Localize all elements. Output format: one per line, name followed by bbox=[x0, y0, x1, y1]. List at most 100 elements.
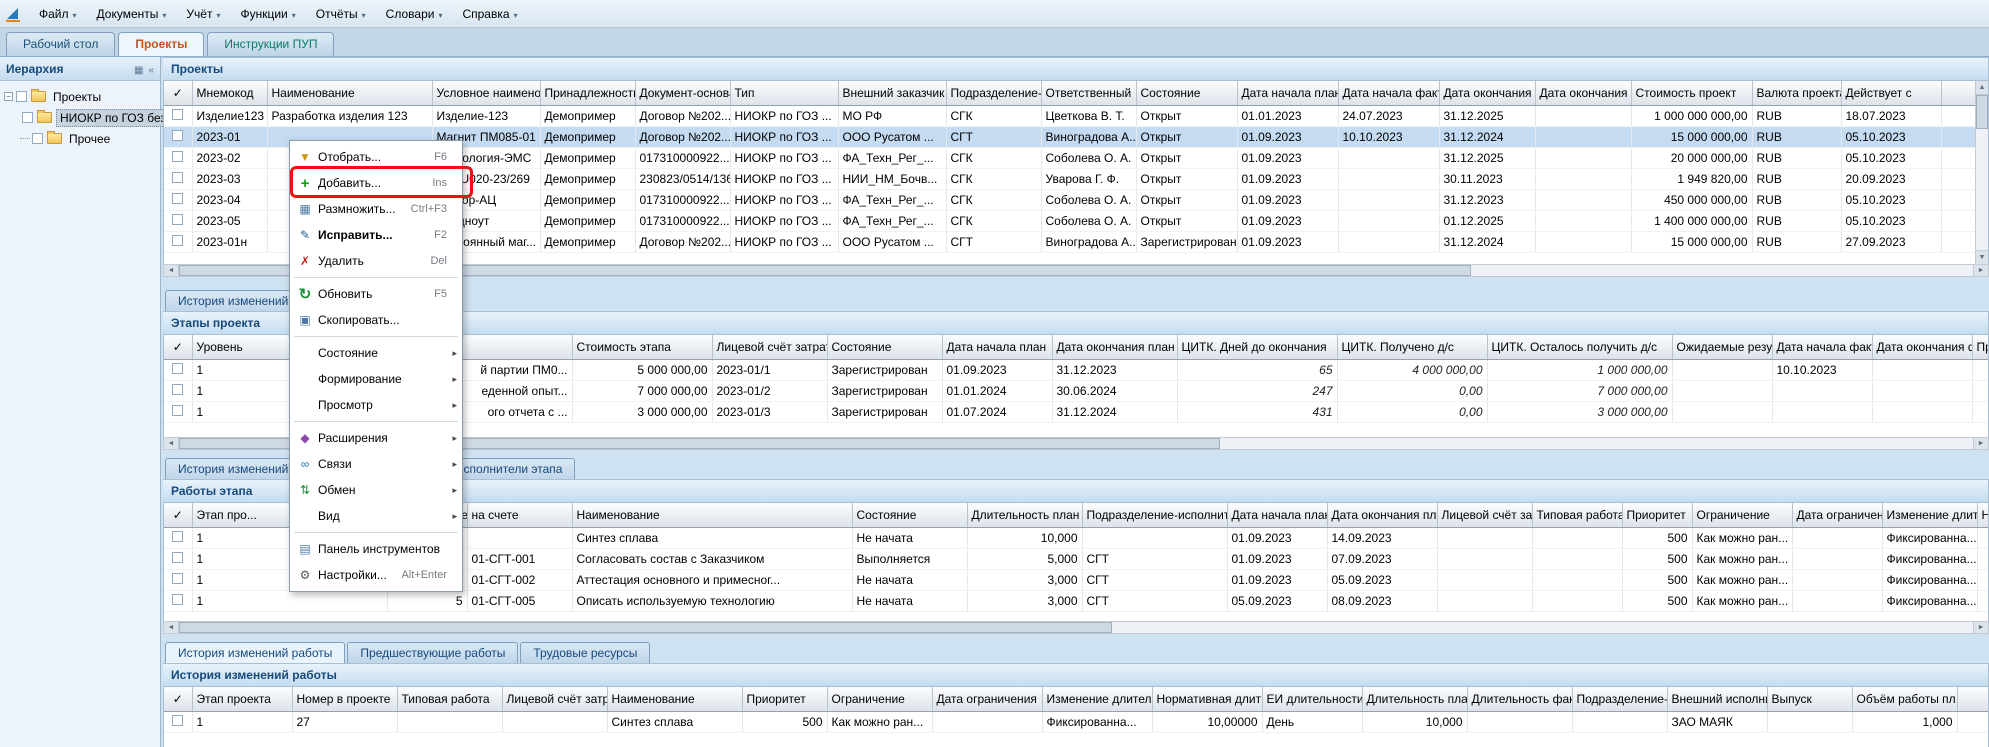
table-row[interactable]: Изделие123Разработка изделия 123Изделие-… bbox=[164, 105, 1988, 126]
context-menu-item-12[interactable]: Просмотр▸ bbox=[291, 392, 461, 418]
context-menu-item-15[interactable]: ∞Связи▸ bbox=[291, 451, 461, 477]
column-header[interactable]: Действует с bbox=[1841, 81, 1941, 105]
column-header[interactable]: Дата окончания план bbox=[1052, 335, 1177, 359]
column-header[interactable]: Дата ограничения bbox=[932, 687, 1042, 711]
projects-v-scrollbar[interactable]: ▲ ▼ bbox=[1975, 81, 1988, 264]
column-header[interactable]: Объём работы пл bbox=[1852, 687, 1957, 711]
column-header[interactable]: Примечание bbox=[1972, 335, 1989, 359]
checkbox[interactable] bbox=[32, 133, 43, 144]
work-history-tab-2[interactable]: Предшествующие работы bbox=[347, 642, 518, 663]
column-header[interactable]: Приоритет bbox=[742, 687, 827, 711]
column-header[interactable]: Стоимость этапа bbox=[572, 335, 712, 359]
column-header[interactable]: Приоритет bbox=[1622, 503, 1692, 527]
row-checkbox[interactable] bbox=[172, 573, 183, 584]
work-history-tab-3[interactable]: Трудовые ресурсы bbox=[520, 642, 650, 663]
column-header[interactable]: Длительность фак bbox=[1467, 687, 1572, 711]
column-header[interactable]: Документ-основан bbox=[635, 81, 730, 105]
scroll-down-icon[interactable]: ▼ bbox=[1976, 250, 1988, 264]
tree-item-2[interactable]: НИОКР по ГОЗ без НДС bbox=[4, 107, 158, 128]
row-checkbox[interactable] bbox=[172, 130, 183, 141]
select-all-header[interactable]: ✓ bbox=[164, 335, 192, 359]
scroll-right-icon[interactable]: ► bbox=[1973, 622, 1988, 633]
menubar-item-7[interactable]: Справка▾ bbox=[452, 2, 527, 26]
column-header[interactable]: Подразделение-исполнитель bbox=[1082, 503, 1227, 527]
row-checkbox[interactable] bbox=[172, 384, 183, 395]
context-menu-item-2[interactable]: +Добавить...Ins bbox=[291, 170, 461, 196]
scroll-up-icon[interactable]: ▲ bbox=[1976, 81, 1988, 95]
scroll-right-icon[interactable]: ► bbox=[1973, 265, 1988, 276]
checkbox[interactable] bbox=[16, 91, 27, 102]
context-menu-item-11[interactable]: Формирование▸ bbox=[291, 366, 461, 392]
window-tab-1[interactable]: Рабочий стол bbox=[6, 32, 115, 56]
context-menu-item-10[interactable]: Состояние▸ bbox=[291, 340, 461, 366]
column-header[interactable]: Дата окончания ф bbox=[1872, 335, 1972, 359]
scrollbar-thumb[interactable] bbox=[1976, 95, 1988, 129]
scrollbar-thumb[interactable] bbox=[179, 622, 1112, 633]
checkbox[interactable] bbox=[22, 112, 33, 123]
column-header[interactable]: Этап проекта bbox=[192, 687, 292, 711]
column-header[interactable]: Нормативная длит bbox=[1977, 503, 1989, 527]
expander-icon[interactable]: − bbox=[4, 92, 13, 101]
column-header[interactable]: Лицевой счёт затр bbox=[1437, 503, 1532, 527]
column-header[interactable]: Состояние bbox=[827, 335, 942, 359]
column-header[interactable]: Подразделение-ис bbox=[1572, 687, 1667, 711]
scrollbar-track[interactable] bbox=[179, 622, 1973, 633]
column-header[interactable]: Принадлежность bbox=[540, 81, 635, 105]
scroll-right-icon[interactable]: ► bbox=[1973, 438, 1988, 449]
column-header[interactable]: Стоимость проект bbox=[1631, 81, 1752, 105]
row-checkbox[interactable] bbox=[172, 531, 183, 542]
panel-menu-icon[interactable]: ▦ bbox=[134, 65, 143, 76]
row-checkbox[interactable] bbox=[172, 594, 183, 605]
tree-item-3[interactable]: Прочее bbox=[4, 128, 158, 149]
scroll-left-icon[interactable]: ◄ bbox=[164, 438, 179, 449]
context-menu-item-7[interactable]: ↻ОбновитьF5 bbox=[291, 281, 461, 307]
column-header[interactable]: Дата начала факт bbox=[1338, 81, 1439, 105]
context-menu-item-3[interactable]: ▦Размножить...Ctrl+F3 bbox=[291, 196, 461, 222]
column-header[interactable]: Ограничение bbox=[1692, 503, 1792, 527]
column-header[interactable]: Лицевой счёт затрат bbox=[712, 335, 827, 359]
column-header[interactable]: Наименование bbox=[267, 81, 432, 105]
column-header[interactable]: ЦИТК. Дней до окончания bbox=[1177, 335, 1337, 359]
context-menu-item-16[interactable]: ⇅Обмен▸ bbox=[291, 477, 461, 503]
context-menu-item-4[interactable]: ✎Исправить...F2 bbox=[291, 222, 461, 248]
column-header[interactable]: Дата начала план bbox=[1237, 81, 1338, 105]
row-checkbox[interactable] bbox=[172, 363, 183, 374]
column-header[interactable]: Наименование bbox=[572, 503, 852, 527]
column-header[interactable]: ЦИТК. Осталось получить д/с bbox=[1487, 335, 1672, 359]
context-menu-item-20[interactable]: ⚙Настройки...Alt+Enter bbox=[291, 562, 461, 588]
column-header[interactable]: Ответственный bbox=[1041, 81, 1136, 105]
context-menu-item-1[interactable]: ▼Отобрать...F6 bbox=[291, 144, 461, 170]
menubar-item-2[interactable]: Документы▾ bbox=[87, 2, 177, 26]
context-menu-item-19[interactable]: ▤Панель инструментов bbox=[291, 536, 461, 562]
scroll-left-icon[interactable]: ◄ bbox=[164, 265, 179, 276]
context-menu-item-8[interactable]: ▣Скопировать... bbox=[291, 307, 461, 333]
select-all-header[interactable]: ✓ bbox=[164, 81, 192, 105]
row-checkbox[interactable] bbox=[172, 172, 183, 183]
work-history-tab-1[interactable]: История изменений работы bbox=[165, 642, 345, 663]
works-h-scrollbar[interactable]: ◄ ► bbox=[163, 621, 1989, 634]
column-header[interactable]: Подразделение-от bbox=[946, 81, 1041, 105]
column-header[interactable]: Дата начала план bbox=[1227, 503, 1327, 527]
column-header[interactable]: Состояние bbox=[1136, 81, 1237, 105]
column-header[interactable]: Состояние bbox=[852, 503, 967, 527]
column-header[interactable]: Длительность план▼ bbox=[967, 503, 1082, 527]
column-header[interactable]: Выпуск bbox=[1767, 687, 1852, 711]
column-header[interactable]: Нормативная длит bbox=[1152, 687, 1262, 711]
row-checkbox[interactable] bbox=[172, 405, 183, 416]
column-header[interactable]: Ожидаемые резул bbox=[1672, 335, 1772, 359]
column-header[interactable]: ЕИ длительности bbox=[1262, 687, 1362, 711]
column-header[interactable]: Внешний исполни bbox=[1667, 687, 1767, 711]
window-tab-3[interactable]: Инструкции ПУП bbox=[207, 32, 334, 56]
select-all-header[interactable]: ✓ bbox=[164, 687, 192, 711]
menubar-item-5[interactable]: Отчёты▾ bbox=[306, 2, 376, 26]
column-header[interactable]: Длительность пла bbox=[1362, 687, 1467, 711]
column-header[interactable]: Ограничение bbox=[827, 687, 932, 711]
panel-collapse-icon[interactable]: « bbox=[148, 65, 154, 76]
context-menu-item-14[interactable]: ◆Расширения▸ bbox=[291, 425, 461, 451]
column-header[interactable]: Лицевой счёт затр bbox=[502, 687, 607, 711]
column-header[interactable]: Дата ограничения bbox=[1792, 503, 1882, 527]
row-checkbox[interactable] bbox=[172, 715, 183, 726]
row-checkbox[interactable] bbox=[172, 193, 183, 204]
context-menu-item-5[interactable]: ✗УдалитьDel bbox=[291, 248, 461, 274]
table-row[interactable]: 1501-СГТ-005Описать используемую техноло… bbox=[164, 590, 1989, 611]
